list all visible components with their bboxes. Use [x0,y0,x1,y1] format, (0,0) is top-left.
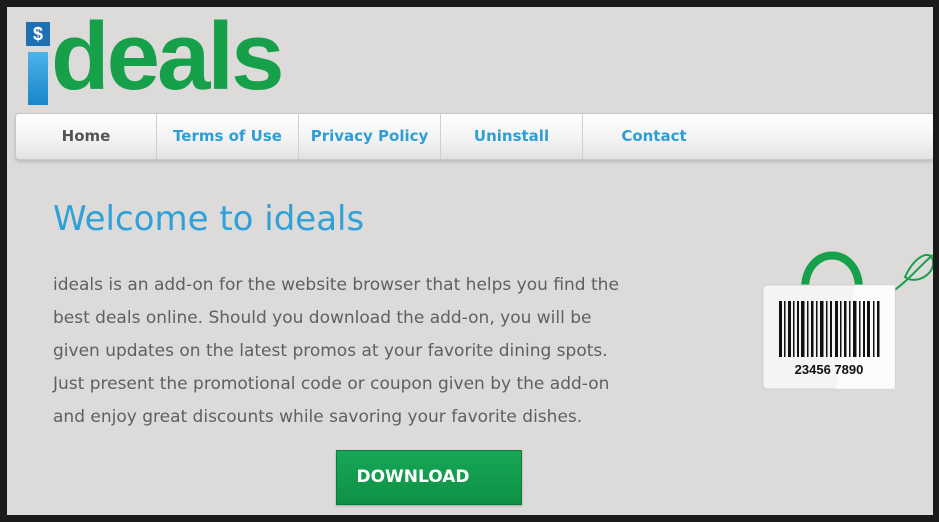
barcode-number: 23456 7890 [795,362,864,377]
logo-i-stem [28,52,48,105]
description: ideals is an add-on for the website brow… [53,269,653,434]
shopping-bag-barcode-icon: 23456 7890 [762,251,933,390]
nav-terms-of-use[interactable]: Terms of Use [157,114,299,159]
nav-privacy-policy[interactable]: Privacy Policy [299,114,441,159]
description-line: given updates on the latest promos at yo… [53,341,608,361]
download-button[interactable]: DOWNLOAD [336,450,522,505]
nav-contact[interactable]: Contact [583,114,725,159]
description-line: and enjoy great discounts while savoring… [53,407,583,427]
description-line: Just present the promotional code or cou… [53,374,610,394]
logo-wordmark: deals [51,7,284,110]
description-line: best deals online. Should you download t… [53,308,592,328]
page: $ deals Home Terms of Use Privacy Policy… [7,7,933,515]
dollar-icon: $ [26,22,50,46]
download-button-label: DOWNLOAD [356,467,470,487]
ideals-logo[interactable]: $ deals [23,7,284,107]
main-nav: Home Terms of Use Privacy Policy Uninsta… [15,113,933,160]
nav-uninstall[interactable]: Uninstall [441,114,583,159]
nav-home[interactable]: Home [16,114,157,159]
page-title: Welcome to ideals [53,199,365,239]
description-line: ideals is an add-on for the website brow… [53,275,619,295]
